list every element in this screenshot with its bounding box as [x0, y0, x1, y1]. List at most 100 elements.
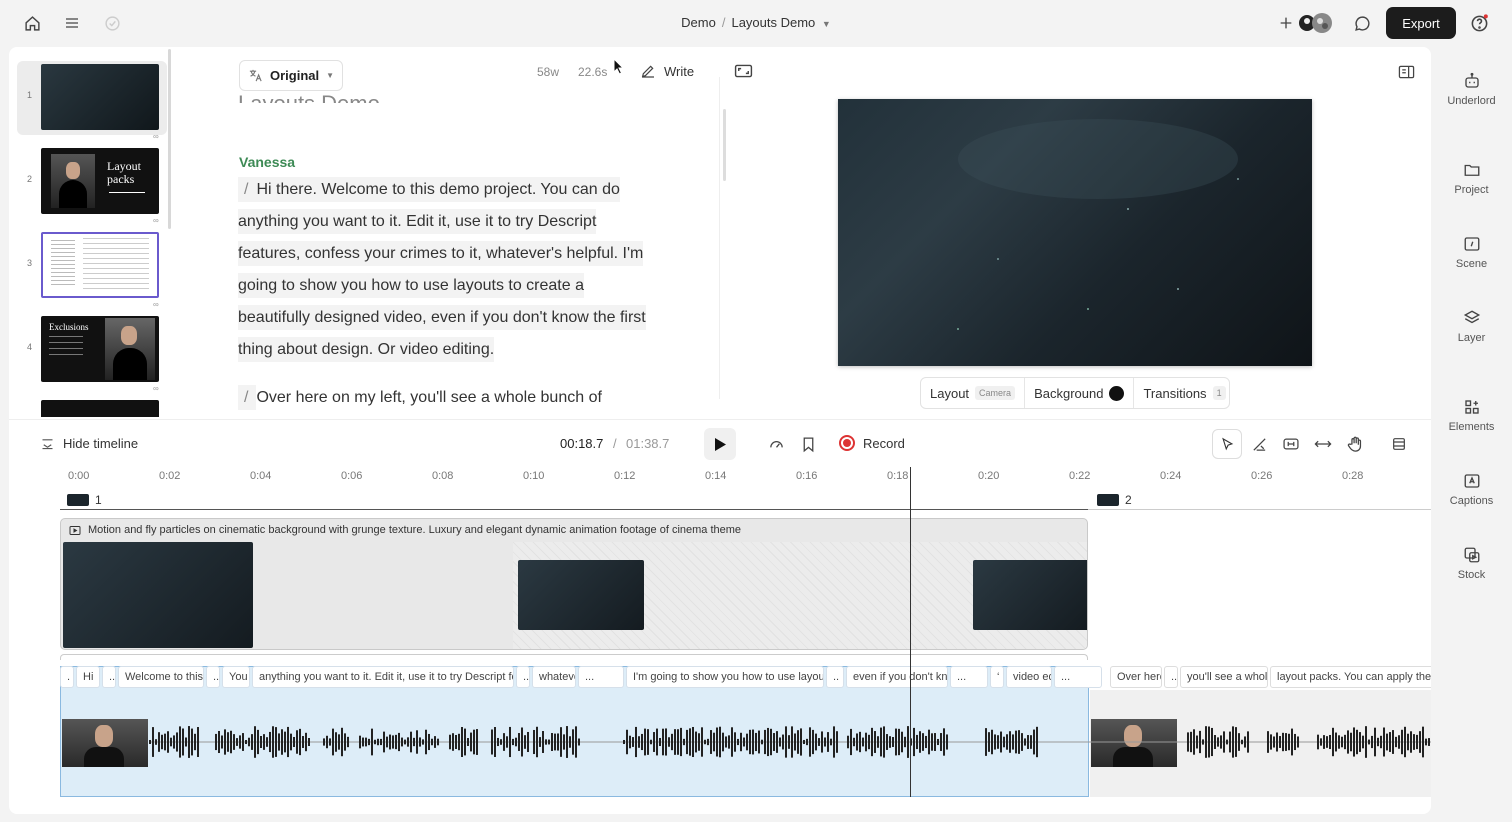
scene-marker[interactable]: 1 [67, 493, 102, 507]
scene-marker[interactable]: 2 [1097, 493, 1132, 507]
pen-icon [641, 65, 654, 78]
chevron-down-icon[interactable]: ▼ [822, 19, 831, 29]
word-chip[interactable]: whatever's [532, 666, 576, 688]
language-dropdown[interactable]: Original ▼ [239, 60, 343, 91]
waveform-bar [1353, 727, 1355, 757]
waveform-bar [707, 738, 709, 746]
scene-thumbnail[interactable]: 2 Layout packs ∞ [17, 145, 167, 225]
breadcrumb-project[interactable]: Demo [681, 15, 716, 30]
waveform-bar [686, 729, 688, 755]
scene-preview: Layout packs [41, 148, 159, 214]
rail-scene[interactable]: Scene [1431, 235, 1512, 270]
breadcrumb-current[interactable]: Layouts Demo [731, 15, 815, 30]
timeline-ruler[interactable]: 0:00 0:02 0:04 0:06 0:08 0:10 0:12 0:14 0:16 0:18… [9, 465, 1431, 491]
loop-icon[interactable] [766, 434, 786, 454]
waveform-bar [338, 734, 340, 750]
background-color-swatch [1109, 385, 1125, 401]
comments-icon[interactable] [1351, 12, 1373, 34]
waveform-bar [1329, 734, 1331, 750]
background-button[interactable]: Background [1025, 378, 1135, 408]
bookmark-icon[interactable] [798, 434, 818, 454]
rail-layer[interactable]: Layer [1431, 309, 1512, 344]
word-chip[interactable]: ‘ [990, 666, 1004, 688]
hand-tool-icon[interactable] [1345, 434, 1365, 454]
video-clip[interactable]: Motion and fly particles on cinematic ba… [60, 518, 1088, 650]
word-chip[interactable]: .. [102, 666, 116, 688]
rail-project[interactable]: Project [1431, 161, 1512, 196]
record-button[interactable]: Record [839, 435, 905, 451]
word-chip[interactable]: I'm going to show you how to use layouts [626, 666, 824, 688]
ripple-tool-icon[interactable] [1281, 434, 1301, 454]
scene-thumbnail[interactable] [17, 397, 167, 417]
waveform-bar [668, 737, 670, 747]
waveform-bar [821, 731, 823, 753]
waveform-bar [1018, 730, 1020, 754]
stretch-tool-icon[interactable] [1313, 434, 1333, 454]
waveform-bar [170, 737, 172, 747]
word-chip[interactable]: .. [826, 666, 844, 688]
word-chip[interactable]: you'll see a whole [1180, 666, 1268, 688]
waveform-bar [455, 734, 457, 750]
aspect-ratio-icon[interactable] [734, 63, 753, 84]
word-chip[interactable]: even if you don't know [846, 666, 948, 688]
rail-underlord[interactable]: Underlord [1431, 72, 1512, 107]
speaker-label[interactable]: Vanessa [239, 154, 295, 170]
playhead[interactable] [910, 467, 911, 797]
play-button[interactable] [704, 428, 736, 460]
scene-thumbnail[interactable]: 1 ∞ [17, 61, 167, 141]
waveform-bar [1413, 734, 1415, 750]
rail-stock[interactable]: Stock [1431, 546, 1512, 581]
waveform-bar [293, 736, 295, 748]
word-chip[interactable]: .. [206, 666, 220, 688]
transitions-button[interactable]: Transitions 1 [1134, 378, 1234, 408]
select-tool-button[interactable] [1212, 429, 1242, 459]
word-chip[interactable]: ... [950, 666, 988, 688]
waveform-bar [1193, 729, 1195, 755]
word-chip[interactable]: .. [516, 666, 530, 688]
add-collaborator-icon[interactable] [1275, 12, 1297, 34]
waveform-bar [824, 737, 826, 747]
waveform-bar [158, 732, 160, 752]
right-rail: Underlord Project Scene Layer Elements C… [1431, 47, 1512, 822]
word-chip[interactable]: . [60, 666, 74, 688]
waveform-bar [758, 730, 760, 754]
layout-button[interactable]: Layout Camera [921, 378, 1026, 408]
toggle-panel-icon[interactable] [1398, 64, 1415, 85]
write-button[interactable]: Write [640, 63, 694, 79]
word-chip[interactable]: .. [1164, 666, 1178, 688]
script-paragraph[interactable]: / Over here on my left, you'll see a whol… [238, 382, 648, 414]
script-scrollbar[interactable] [723, 109, 726, 181]
rail-elements[interactable]: Elements [1431, 398, 1512, 433]
video-preview[interactable] [838, 99, 1312, 366]
thumbnails-scrollbar[interactable] [168, 49, 171, 229]
word-chip[interactable]: layout packs. You can apply them [1270, 666, 1431, 688]
clip-title-text: Motion and fly particles on cinematic ba… [88, 524, 742, 536]
word-chip[interactable]: Hi [76, 666, 100, 688]
export-button[interactable]: Export [1386, 7, 1456, 39]
help-icon[interactable] [1468, 12, 1490, 34]
waveform-bar [521, 727, 523, 757]
word-chip[interactable]: Over here on [1110, 666, 1162, 688]
word-chip[interactable]: ... [578, 666, 624, 688]
scene-thumbnail[interactable]: 4 Exclusions ∞ [17, 313, 167, 393]
word-chip[interactable]: video editing. [1006, 666, 1052, 688]
word-chip[interactable]: ... [1054, 666, 1102, 688]
word-chip[interactable]: You [222, 666, 250, 688]
waveform-bar [428, 733, 430, 751]
rail-captions[interactable]: Captions [1431, 472, 1512, 507]
waveform-bar [734, 732, 736, 752]
layers-icon [1463, 310, 1480, 324]
avatar[interactable] [1296, 12, 1334, 34]
waveform-bar [536, 726, 538, 758]
script-paragraph[interactable]: / Hi there. Welcome to this demo project.… [238, 174, 648, 366]
blade-tool-icon[interactable] [1249, 434, 1269, 454]
timeline-settings-icon[interactable] [1389, 434, 1409, 454]
word-chip[interactable]: anything you want to it. Edit it, use it… [252, 666, 514, 688]
waveform-bar [629, 735, 631, 749]
waveform-bar [197, 727, 199, 757]
word-chip[interactable]: Welcome to this demo project. [118, 666, 204, 688]
hide-timeline-button[interactable]: Hide timeline [40, 436, 138, 451]
ruler-tick: 0:12 [614, 470, 636, 482]
waveform-bar [365, 737, 367, 747]
scene-thumbnail[interactable]: 3 ∞ [17, 229, 167, 309]
